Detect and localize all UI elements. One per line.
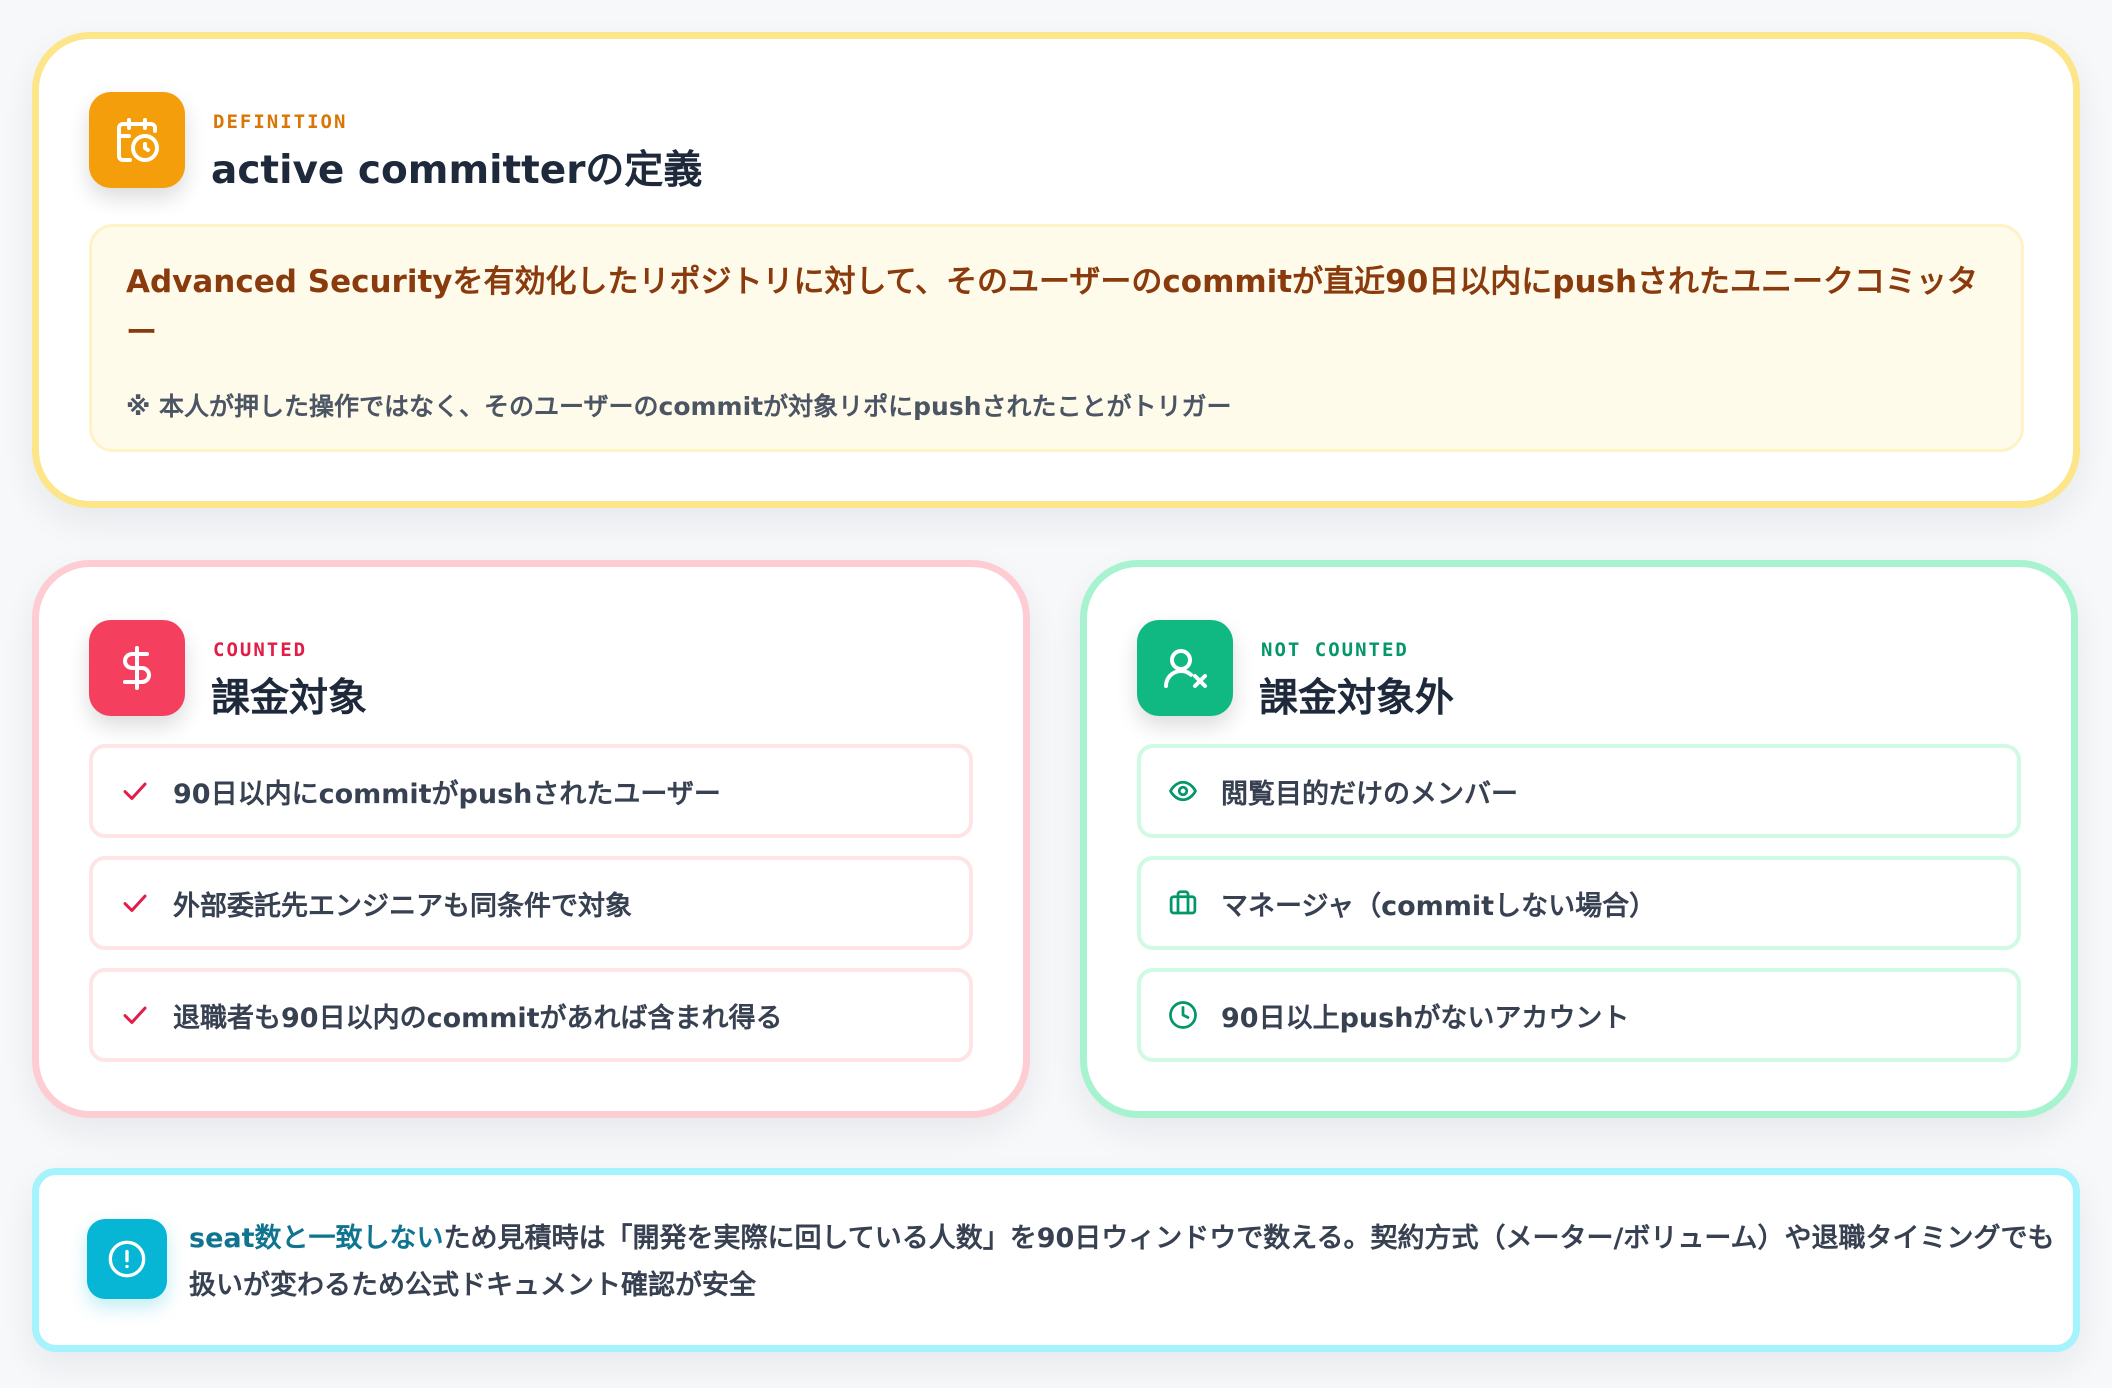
check-icon [119,775,151,807]
counted-eyebrow: COUNTED [213,639,308,661]
list-item-label: 退職者も90日以内のcommitがあれば含まれ得る [173,1002,783,1034]
definition-sub-text: ※ 本人が押した操作ではなく、そのユーザーのcommitが対象リポにpushされ… [126,392,1232,421]
list-item: 退職者も90日以内のcommitがあれば含まれ得る [89,968,973,1062]
note-body: ため見積時は「開発を実際に回している人数」を90日ウィンドウで数える。契約方式（… [189,1223,2055,1301]
list-item-label: 閲覧目的だけのメンバー [1221,778,1518,810]
list-item-label: 90日以上pushがないアカウント [1221,1002,1630,1034]
alert-circle-icon [87,1219,167,1299]
dollar-icon [89,620,185,716]
note-emphasis: seat数と一致しない [189,1223,444,1254]
list-item: マネージャ（commitしない場合） [1137,856,2021,950]
list-item-label: マネージャ（commitしない場合） [1221,890,1657,922]
counted-title: 課金対象 [211,676,368,721]
not-counted-title: 課金対象外 [1259,676,1455,721]
note-card: seat数と一致しないため見積時は「開発を実際に回している人数」を90日ウィンド… [32,1168,2080,1352]
user-x-icon [1137,620,1233,716]
definition-box: Advanced Securityを有効化したリポジトリに対して、そのユーザーの… [89,224,2024,452]
list-item: 90日以上pushがないアカウント [1137,968,2021,1062]
eye-icon [1167,775,1199,807]
definition-title: active committerの定義 [211,148,703,193]
briefcase-icon [1167,887,1199,919]
not-counted-card: NOT COUNTED 課金対象外 閲覧目的だけのメンバー マネージャ（comm… [1080,560,2078,1118]
list-item: 外部委託先エンジニアも同条件で対象 [89,856,973,950]
calendar-clock-icon [89,92,185,188]
list-item-label: 外部委託先エンジニアも同条件で対象 [173,890,632,922]
note-text: seat数と一致しないため見積時は「開発を実際に回している人数」を90日ウィンド… [189,1215,2059,1309]
not-counted-eyebrow: NOT COUNTED [1261,639,1409,661]
list-item: 90日以内にcommitがpushされたユーザー [89,744,973,838]
list-item-label: 90日以内にcommitがpushされたユーザー [173,778,721,810]
definition-main-text: Advanced Securityを有効化したリポジトリに対して、そのユーザーの… [126,264,1979,351]
definition-eyebrow: DEFINITION [213,111,348,133]
check-icon [119,999,151,1031]
list-item: 閲覧目的だけのメンバー [1137,744,2021,838]
clock-icon [1167,999,1199,1031]
check-icon [119,887,151,919]
counted-card: COUNTED 課金対象 90日以内にcommitがpushされたユーザー 外部… [32,560,1030,1118]
definition-card: DEFINITION active committerの定義 Advanced … [32,32,2080,508]
